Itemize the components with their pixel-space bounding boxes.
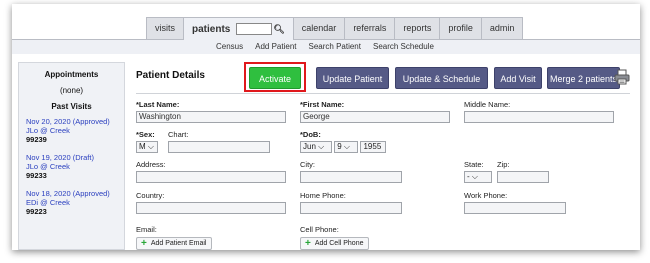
visit-date-status[interactable]: Nov 20, 2020 (Approved): [26, 117, 124, 126]
sex-select-value: M: [139, 142, 146, 151]
state-select[interactable]: - ⌵: [464, 171, 492, 183]
appointments-empty: (none): [59, 86, 84, 95]
add-cell-phone-label: Add Cell Phone: [314, 240, 364, 247]
home-phone-group: Home Phone:: [300, 191, 402, 214]
email-label: Email:: [136, 225, 157, 234]
add-patient-email-button[interactable]: + Add Patient Email: [136, 237, 212, 250]
city-group: City:: [300, 160, 402, 183]
add-cell-phone-button[interactable]: + Add Cell Phone: [300, 237, 369, 250]
cell-phone-label: Cell Phone:: [300, 225, 339, 234]
work-phone-label: Work Phone:: [464, 191, 508, 200]
middle-name-field[interactable]: [464, 111, 614, 123]
state-group: State: - ⌵: [464, 160, 492, 183]
patient-search-input[interactable]: [236, 23, 273, 35]
cell-phone-group: Cell Phone: + Add Cell Phone: [300, 225, 369, 250]
visit-provider-location[interactable]: JLo @ Creek: [26, 162, 124, 171]
dob-year-field[interactable]: 1955: [360, 141, 387, 153]
tab-admin[interactable]: admin: [480, 17, 524, 39]
subnav-census[interactable]: Census: [216, 40, 243, 54]
sex-select[interactable]: M ⌵: [136, 141, 158, 153]
plus-icon: +: [305, 238, 311, 249]
first-name-label: *First Name:: [300, 100, 345, 109]
dob-month-value: Jun: [303, 142, 316, 151]
tab-patients-label: patients: [192, 23, 231, 35]
subnav-add-patient[interactable]: Add Patient: [255, 40, 296, 54]
tab-visits[interactable]: visits: [146, 17, 184, 39]
dob-day-select[interactable]: 9 ⌵: [334, 141, 359, 153]
update-patient-button[interactable]: Update Patient: [316, 67, 389, 89]
address-label: Address:: [136, 160, 166, 169]
appointments-heading: Appointments: [44, 70, 99, 79]
subnav-search-schedule[interactable]: Search Schedule: [373, 40, 434, 54]
past-visits-heading: Past Visits: [51, 102, 92, 111]
visit-date-status[interactable]: Nov 18, 2020 (Approved): [26, 189, 124, 198]
last-name-field[interactable]: Washington: [136, 111, 286, 123]
activate-button[interactable]: Activate: [249, 67, 301, 89]
visit-code: 99239: [26, 135, 47, 144]
visit-provider-location[interactable]: JLo @ Creek: [26, 126, 124, 135]
dob-label: *DoB:: [300, 130, 321, 139]
sex-group: *Sex: M ⌵: [136, 130, 158, 153]
dob-group: *DoB: Jun ⌵ 9 ⌵ 1955: [300, 130, 387, 153]
app-window: visits patients 🔍︎ calendar referrals re…: [12, 4, 640, 250]
tab-patients[interactable]: patients 🔍︎: [183, 17, 294, 40]
header-divider: [136, 93, 630, 94]
chart-group: Chart:: [168, 130, 270, 153]
chart-field[interactable]: [168, 141, 270, 153]
subnav-search-patient[interactable]: Search Patient: [309, 40, 361, 54]
chevron-down-icon: ⌵: [469, 172, 478, 181]
work-phone-field[interactable]: [464, 202, 566, 214]
visit-date-status[interactable]: Nov 19, 2020 (Draft): [26, 153, 124, 162]
printer-icon[interactable]: [614, 69, 630, 85]
first-name-field[interactable]: George: [300, 111, 450, 123]
tab-referrals[interactable]: referrals: [344, 17, 396, 39]
visit-code: 99233: [26, 171, 47, 180]
past-visit-item[interactable]: Nov 19, 2020 (Draft) JLo @ Creek 99233: [19, 153, 124, 180]
home-phone-field[interactable]: [300, 202, 402, 214]
middle-name-group: Middle Name:: [464, 100, 614, 123]
sub-navigation: Census Add Patient Search Patient Search…: [12, 40, 640, 54]
plus-icon: +: [141, 238, 147, 249]
sex-label: *Sex:: [136, 130, 155, 139]
address-group: Address:: [136, 160, 286, 183]
chevron-down-icon: ⌵: [315, 142, 325, 151]
search-icon[interactable]: 🔍︎: [273, 19, 284, 40]
zip-label: Zip:: [497, 160, 510, 169]
zip-field[interactable]: [497, 171, 549, 183]
chart-label: Chart:: [168, 130, 189, 139]
work-phone-group: Work Phone:: [464, 191, 566, 214]
state-label: State:: [464, 160, 484, 169]
email-group: Email: + Add Patient Email: [136, 225, 212, 250]
tab-profile[interactable]: profile: [439, 17, 482, 39]
page-title: Patient Details: [136, 70, 205, 81]
chevron-down-icon: ⌵: [145, 142, 154, 151]
sidebar: Appointments (none) Past Visits Nov 20, …: [18, 62, 125, 250]
add-patient-email-label: Add Patient Email: [150, 240, 207, 247]
visit-code: 99223: [26, 207, 47, 216]
address-field[interactable]: [136, 171, 286, 183]
past-visit-item[interactable]: Nov 18, 2020 (Approved) EDi @ Creek 9922…: [19, 189, 124, 216]
patient-details-panel: Patient Details Activate Update Patient …: [136, 62, 636, 250]
tab-calendar[interactable]: calendar: [292, 17, 346, 39]
dob-month-select[interactable]: Jun ⌵: [300, 141, 332, 153]
update-schedule-button[interactable]: Update & Schedule: [395, 67, 488, 89]
tab-reports[interactable]: reports: [394, 17, 441, 39]
zip-group: Zip:: [497, 160, 549, 183]
tab-bar: visits patients 🔍︎ calendar referrals re…: [12, 17, 640, 40]
merge-patients-button[interactable]: Merge 2 patients: [547, 67, 620, 89]
country-group: Country:: [136, 191, 286, 214]
last-name-label: *Last Name:: [136, 100, 180, 109]
home-phone-label: Home Phone:: [300, 191, 346, 200]
middle-name-label: Middle Name:: [464, 100, 511, 109]
add-visit-button[interactable]: Add Visit: [494, 67, 542, 89]
first-name-group: *First Name: George: [300, 100, 450, 123]
city-label: City:: [300, 160, 315, 169]
past-visit-item[interactable]: Nov 20, 2020 (Approved) JLo @ Creek 9923…: [19, 117, 124, 144]
visit-provider-location[interactable]: EDi @ Creek: [26, 198, 124, 207]
city-field[interactable]: [300, 171, 402, 183]
chevron-down-icon: ⌵: [341, 142, 350, 151]
country-label: Country:: [136, 191, 165, 200]
last-name-group: *Last Name: Washington: [136, 100, 286, 123]
country-field[interactable]: [136, 202, 286, 214]
